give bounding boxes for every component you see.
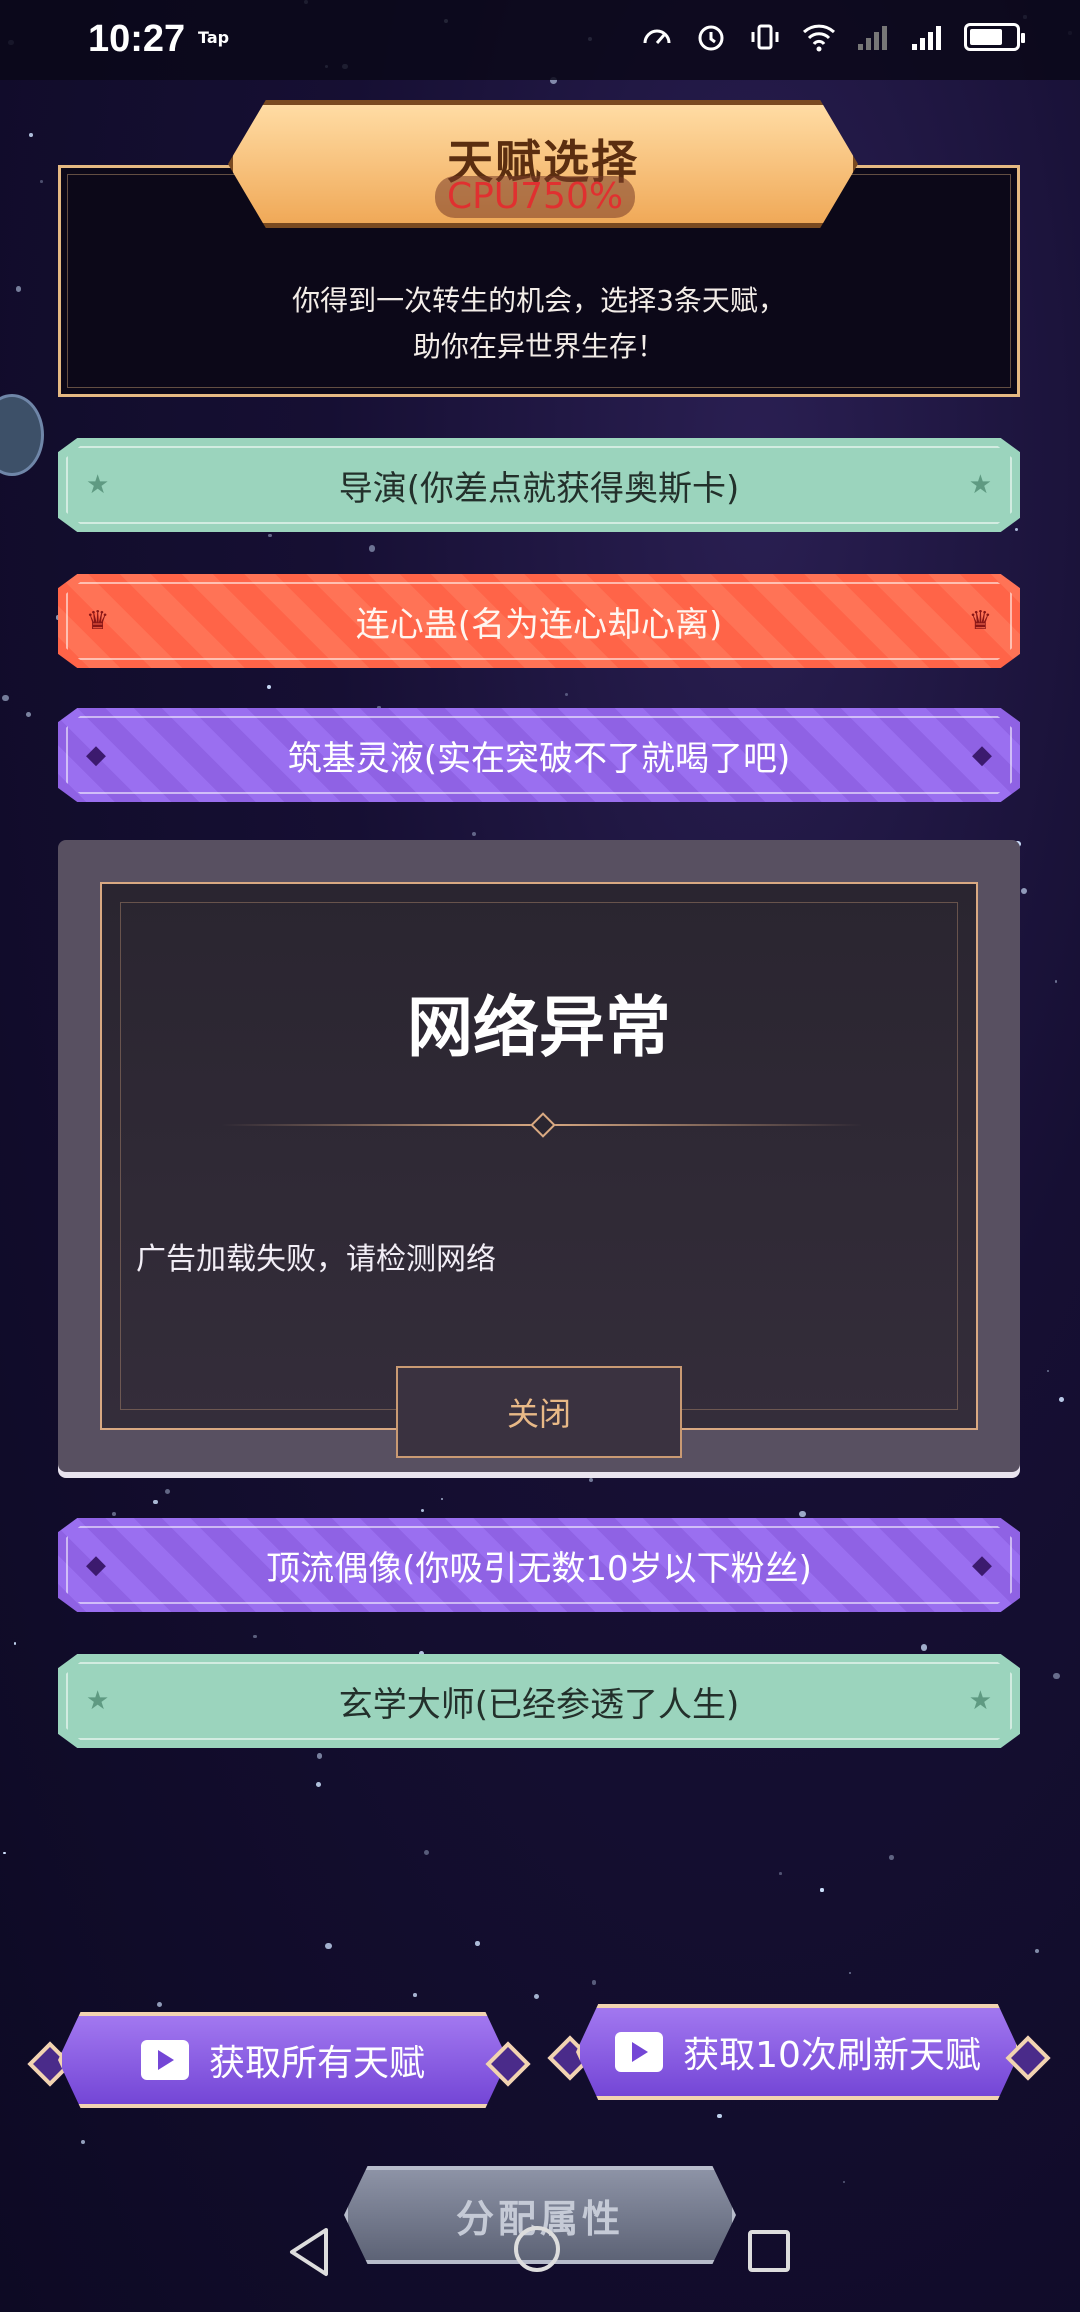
video-play-icon	[140, 2040, 189, 2080]
talent-label: 导演(你差点就获得奥斯卡)	[338, 468, 740, 509]
signal-4g-icon	[910, 20, 944, 54]
talent-card-3[interactable]: ◆ 筑基灵液(实在突破不了就喝了吧) ◆	[58, 708, 1020, 802]
nav-back-icon[interactable]	[288, 2226, 330, 2278]
talent-label: 玄学大师(已经参透了人生)	[338, 1684, 740, 1725]
star-icon: ★	[86, 1686, 110, 1716]
wifi-icon	[802, 20, 836, 54]
refresh-talents-button[interactable]: 获取10次刷新天赋	[576, 2004, 1020, 2100]
status-bar: 10:27 Tap	[0, 0, 1080, 80]
star-dot	[475, 1941, 480, 1946]
video-play-icon	[615, 2032, 664, 2072]
star-dot	[1046, 1369, 1049, 1372]
star-dot	[533, 1994, 540, 2000]
star-dot	[413, 1993, 417, 1997]
star-dot	[588, 1478, 593, 1483]
gem-icon: ◆	[86, 1550, 106, 1580]
star-dot	[267, 685, 272, 690]
star-dot	[3, 1851, 6, 1855]
star-dot	[888, 1855, 894, 1860]
star-dot	[25, 712, 31, 717]
star-dot	[40, 179, 43, 183]
star-icon: ★	[968, 1686, 992, 1716]
cpu-usage-overlay: CPU750%	[435, 176, 635, 218]
star-dot	[15, 285, 22, 292]
star-dot	[799, 1510, 806, 1517]
star-dot	[1059, 1397, 1064, 1403]
talent-card-4[interactable]: ◆ 顶流偶像(你吸引无数10岁以下粉丝) ◆	[58, 1518, 1020, 1612]
gem-icon: ◆	[86, 740, 106, 770]
talent-label: 连心蛊(名为连心却心离)	[355, 604, 723, 645]
crown-icon: ♛	[86, 606, 110, 636]
talent-label: 筑基灵液(实在突破不了就喝了吧)	[287, 738, 791, 779]
gem-icon: ◆	[972, 1550, 992, 1580]
star-dot	[820, 1888, 824, 1892]
tap-indicator: Tap	[198, 28, 230, 47]
battery-icon	[964, 23, 1025, 51]
nav-recents-icon[interactable]	[748, 2230, 790, 2272]
star-dot	[920, 1644, 928, 1651]
star-dot	[564, 692, 568, 696]
close-button[interactable]: 关闭	[396, 1366, 682, 1458]
star-dot	[29, 133, 34, 137]
star-dot	[1053, 1672, 1060, 1679]
star-icon: ★	[86, 470, 110, 500]
star-dot	[253, 1634, 257, 1638]
description-line-2: 助你在异世界生存！	[412, 330, 665, 363]
star-dot	[164, 1489, 171, 1495]
star-dot	[324, 1942, 332, 1950]
description-line-1: 你得到一次转生的机会，选择3条天赋，	[292, 284, 786, 317]
star-dot	[592, 1980, 597, 1985]
talent-label: 顶流偶像(你吸引无数10岁以下粉丝)	[266, 1548, 812, 1589]
star-dot	[421, 1508, 425, 1513]
vibrate-icon	[748, 20, 782, 54]
refresh-talents-label: 获取10次刷新天赋	[683, 2035, 981, 2076]
get-all-talents-button[interactable]: 获取所有天赋	[58, 2012, 508, 2108]
star-dot	[471, 832, 477, 837]
star-dot	[13, 1642, 17, 1645]
star-dot	[1020, 888, 1027, 895]
star-icon: ★	[968, 470, 992, 500]
alarm-icon	[694, 20, 728, 54]
star-dot	[112, 1511, 116, 1516]
star-dot	[156, 2001, 162, 2008]
star-dot	[153, 1499, 159, 1505]
star-dot	[717, 2113, 722, 2118]
speedometer-icon	[640, 20, 674, 54]
get-all-talents-label: 获取所有天赋	[208, 2043, 425, 2084]
star-dot	[848, 1971, 852, 1975]
crown-icon: ♛	[968, 606, 992, 636]
gem-icon: ◆	[972, 740, 992, 770]
star-dot	[316, 1753, 322, 1759]
status-icons	[640, 20, 1025, 54]
star-dot	[316, 1781, 321, 1787]
dialog-title: 网络异常	[407, 989, 671, 1066]
signal-icon	[856, 20, 890, 54]
talent-card-1[interactable]: ★ 导演(你差点就获得奥斯卡) ★	[58, 438, 1020, 532]
star-dot	[268, 533, 272, 538]
star-dot	[368, 545, 376, 552]
nav-home-icon[interactable]	[514, 2226, 560, 2272]
floating-assistant-bubble[interactable]	[0, 394, 44, 476]
star-dot	[1034, 1949, 1040, 1954]
header-description: 你得到一次转生的机会，选择3条天赋， 助你在异世界生存！	[58, 278, 1020, 370]
star-dot	[1054, 980, 1058, 984]
star-dot	[1015, 528, 1019, 532]
talent-card-2[interactable]: ♛ 连心蛊(名为连心却心离) ♛	[58, 574, 1020, 668]
star-dot	[441, 1498, 444, 1501]
dialog-frame: 网络异常 广告加载失败，请检测网络	[100, 882, 978, 1430]
star-dot	[424, 1850, 430, 1856]
divider-diamond-icon	[530, 1112, 556, 1138]
star-dot	[842, 2180, 845, 2184]
status-time: 10:27	[88, 18, 186, 60]
star-dot	[1, 694, 9, 702]
star-dot	[779, 1872, 783, 1875]
talent-card-5[interactable]: ★ 玄学大师(已经参透了人生) ★	[58, 1654, 1020, 1748]
dialog-message: 广告加载失败，请检测网络	[136, 1242, 496, 1277]
star-dot	[80, 2140, 85, 2145]
